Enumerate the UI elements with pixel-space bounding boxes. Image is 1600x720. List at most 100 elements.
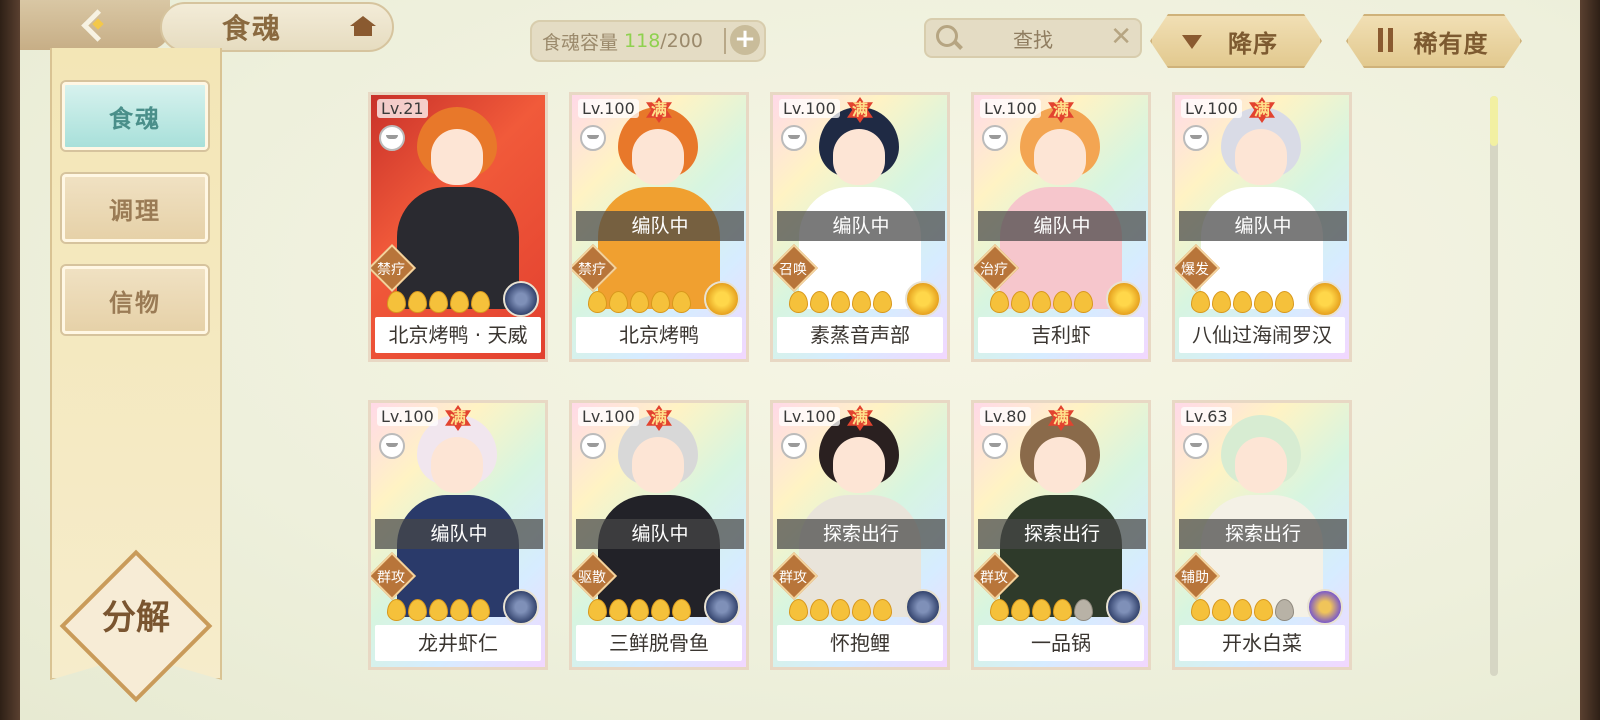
food-soul-card[interactable]: Lv.100 满编队中 治疗 吉利虾 (971, 92, 1151, 362)
star-icon (387, 599, 406, 621)
level-label: Lv.80 (980, 407, 1031, 426)
close-icon[interactable]: ✕ (1110, 23, 1132, 51)
rarity-emblem-icon (503, 589, 539, 625)
sidebar-item-cooking[interactable]: 调理 (62, 174, 208, 242)
food-soul-card[interactable]: Lv.100 满编队中 爆发 八仙过海闹罗汉 (1172, 92, 1352, 362)
rarity-label: 稀有度 (1413, 29, 1489, 58)
star-rating (387, 291, 490, 313)
star-icon (429, 291, 448, 313)
bowl-icon (982, 433, 1008, 459)
bowl-icon (781, 125, 807, 151)
role-label: 群攻 (980, 570, 1008, 586)
star-icon (609, 291, 628, 313)
rarity-emblem-icon (704, 589, 740, 625)
add-capacity-button[interactable]: + (730, 25, 760, 55)
sidebar-item-tokens[interactable]: 信物 (62, 266, 208, 334)
capacity-divider (724, 28, 726, 54)
status-banner: 编队中 (777, 211, 945, 241)
rarity-emblem-icon (905, 281, 941, 317)
role-badge: 禁疗 (572, 243, 618, 293)
status-banner: 探索出行 (1179, 519, 1347, 549)
card-name: 八仙过海闹罗汉 (1179, 317, 1345, 353)
star-icon (408, 599, 427, 621)
bowl-icon (1183, 125, 1209, 151)
star-icon (1275, 599, 1294, 621)
scrollbar-thumb[interactable] (1490, 96, 1498, 146)
star-icon (1074, 291, 1093, 313)
card-name: 北京烤鸭 · 天威 (375, 317, 541, 353)
capacity-current: 118 (624, 30, 661, 52)
sidebar-item-food-soul[interactable]: 食魂 (62, 82, 208, 150)
right-frame (1580, 0, 1600, 720)
role-label: 驱散 (578, 570, 606, 586)
arrow-down-icon (1182, 35, 1202, 49)
card-name: 怀抱鲤 (777, 625, 943, 661)
card-name: 北京烤鸭 (576, 317, 742, 353)
food-soul-card[interactable]: Lv.100 满编队中 禁疗 北京烤鸭 (569, 92, 749, 362)
level-label: Lv.21 (377, 99, 428, 118)
card-name: 开水白菜 (1179, 625, 1345, 661)
star-icon (990, 599, 1009, 621)
character-face (431, 437, 483, 493)
food-soul-card[interactable]: Lv.100 满编队中 驱散 三鲜脱骨鱼 (569, 400, 749, 670)
status-banner: 编队中 (978, 211, 1146, 241)
search-box[interactable]: 查找 ✕ (924, 18, 1142, 58)
food-soul-card[interactable]: Lv.80 满探索出行 群攻 一品锅 (971, 400, 1151, 670)
card-name: 吉利虾 (978, 317, 1144, 353)
page-title-tab: 食魂 (160, 2, 394, 52)
card-name: 素蒸音声部 (777, 317, 943, 353)
role-label: 治疗 (980, 262, 1008, 278)
character-face (833, 129, 885, 185)
food-soul-card[interactable]: Lv.21 禁疗北京烤鸭 · 天威 (368, 92, 548, 362)
star-icon (588, 599, 607, 621)
card-name: 三鲜脱骨鱼 (576, 625, 742, 661)
sort-order-button[interactable]: 降序 (1150, 14, 1322, 68)
character-face (1034, 437, 1086, 493)
role-label: 禁疗 (578, 262, 606, 278)
star-rating (387, 599, 490, 621)
star-icon (1011, 291, 1030, 313)
status-banner: 编队中 (375, 519, 543, 549)
star-icon (1254, 291, 1273, 313)
rarity-sort-button[interactable]: 稀有度 (1346, 14, 1522, 68)
star-icon (450, 599, 469, 621)
role-badge: 禁疗 (371, 243, 417, 293)
food-soul-card[interactable]: Lv.63 探索出行 辅助 开水白菜 (1172, 400, 1352, 670)
star-icon (1032, 291, 1051, 313)
star-icon (672, 291, 691, 313)
star-icon (630, 599, 649, 621)
food-soul-card[interactable]: Lv.100 满编队中 召唤 素蒸音声部 (770, 92, 950, 362)
star-icon (471, 291, 490, 313)
rarity-emblem-icon (1106, 281, 1142, 317)
star-rating (990, 599, 1093, 621)
role-badge: 群攻 (974, 551, 1020, 601)
scrollbar[interactable] (1490, 96, 1498, 676)
capacity-max: /200 (660, 30, 703, 52)
level-label: Lv.100 (779, 407, 840, 426)
star-icon (408, 291, 427, 313)
star-icon (630, 291, 649, 313)
star-icon (1191, 291, 1210, 313)
star-icon (1011, 599, 1030, 621)
star-icon (651, 291, 670, 313)
back-button[interactable] (20, 0, 170, 50)
star-icon (990, 291, 1009, 313)
star-icon (789, 599, 808, 621)
level-label: Lv.100 (980, 99, 1041, 118)
sort-order-label: 降序 (1228, 29, 1278, 58)
food-soul-card[interactable]: Lv.100 满编队中 群攻 龙井虾仁 (368, 400, 548, 670)
status-banner: 探索出行 (978, 519, 1146, 549)
star-icon (1233, 291, 1252, 313)
capacity-indicator: 食魂容量 118 /200 + (530, 20, 766, 62)
pavilion-icon (348, 12, 378, 40)
decompose-label[interactable]: 分解 (82, 590, 190, 639)
search-input[interactable]: 查找 (926, 24, 1140, 53)
food-soul-screen: 食魂 食魂容量 118 /200 + 查找 ✕ 降序 稀有度 食魂 调理 信物 … (20, 0, 1580, 720)
status-banner: 编队中 (576, 519, 744, 549)
star-rating (1191, 599, 1294, 621)
food-soul-card[interactable]: Lv.100 满探索出行 群攻 怀抱鲤 (770, 400, 950, 670)
bowl-icon (580, 125, 606, 151)
star-icon (1053, 291, 1072, 313)
role-badge: 群攻 (773, 551, 819, 601)
character-face (431, 129, 483, 185)
